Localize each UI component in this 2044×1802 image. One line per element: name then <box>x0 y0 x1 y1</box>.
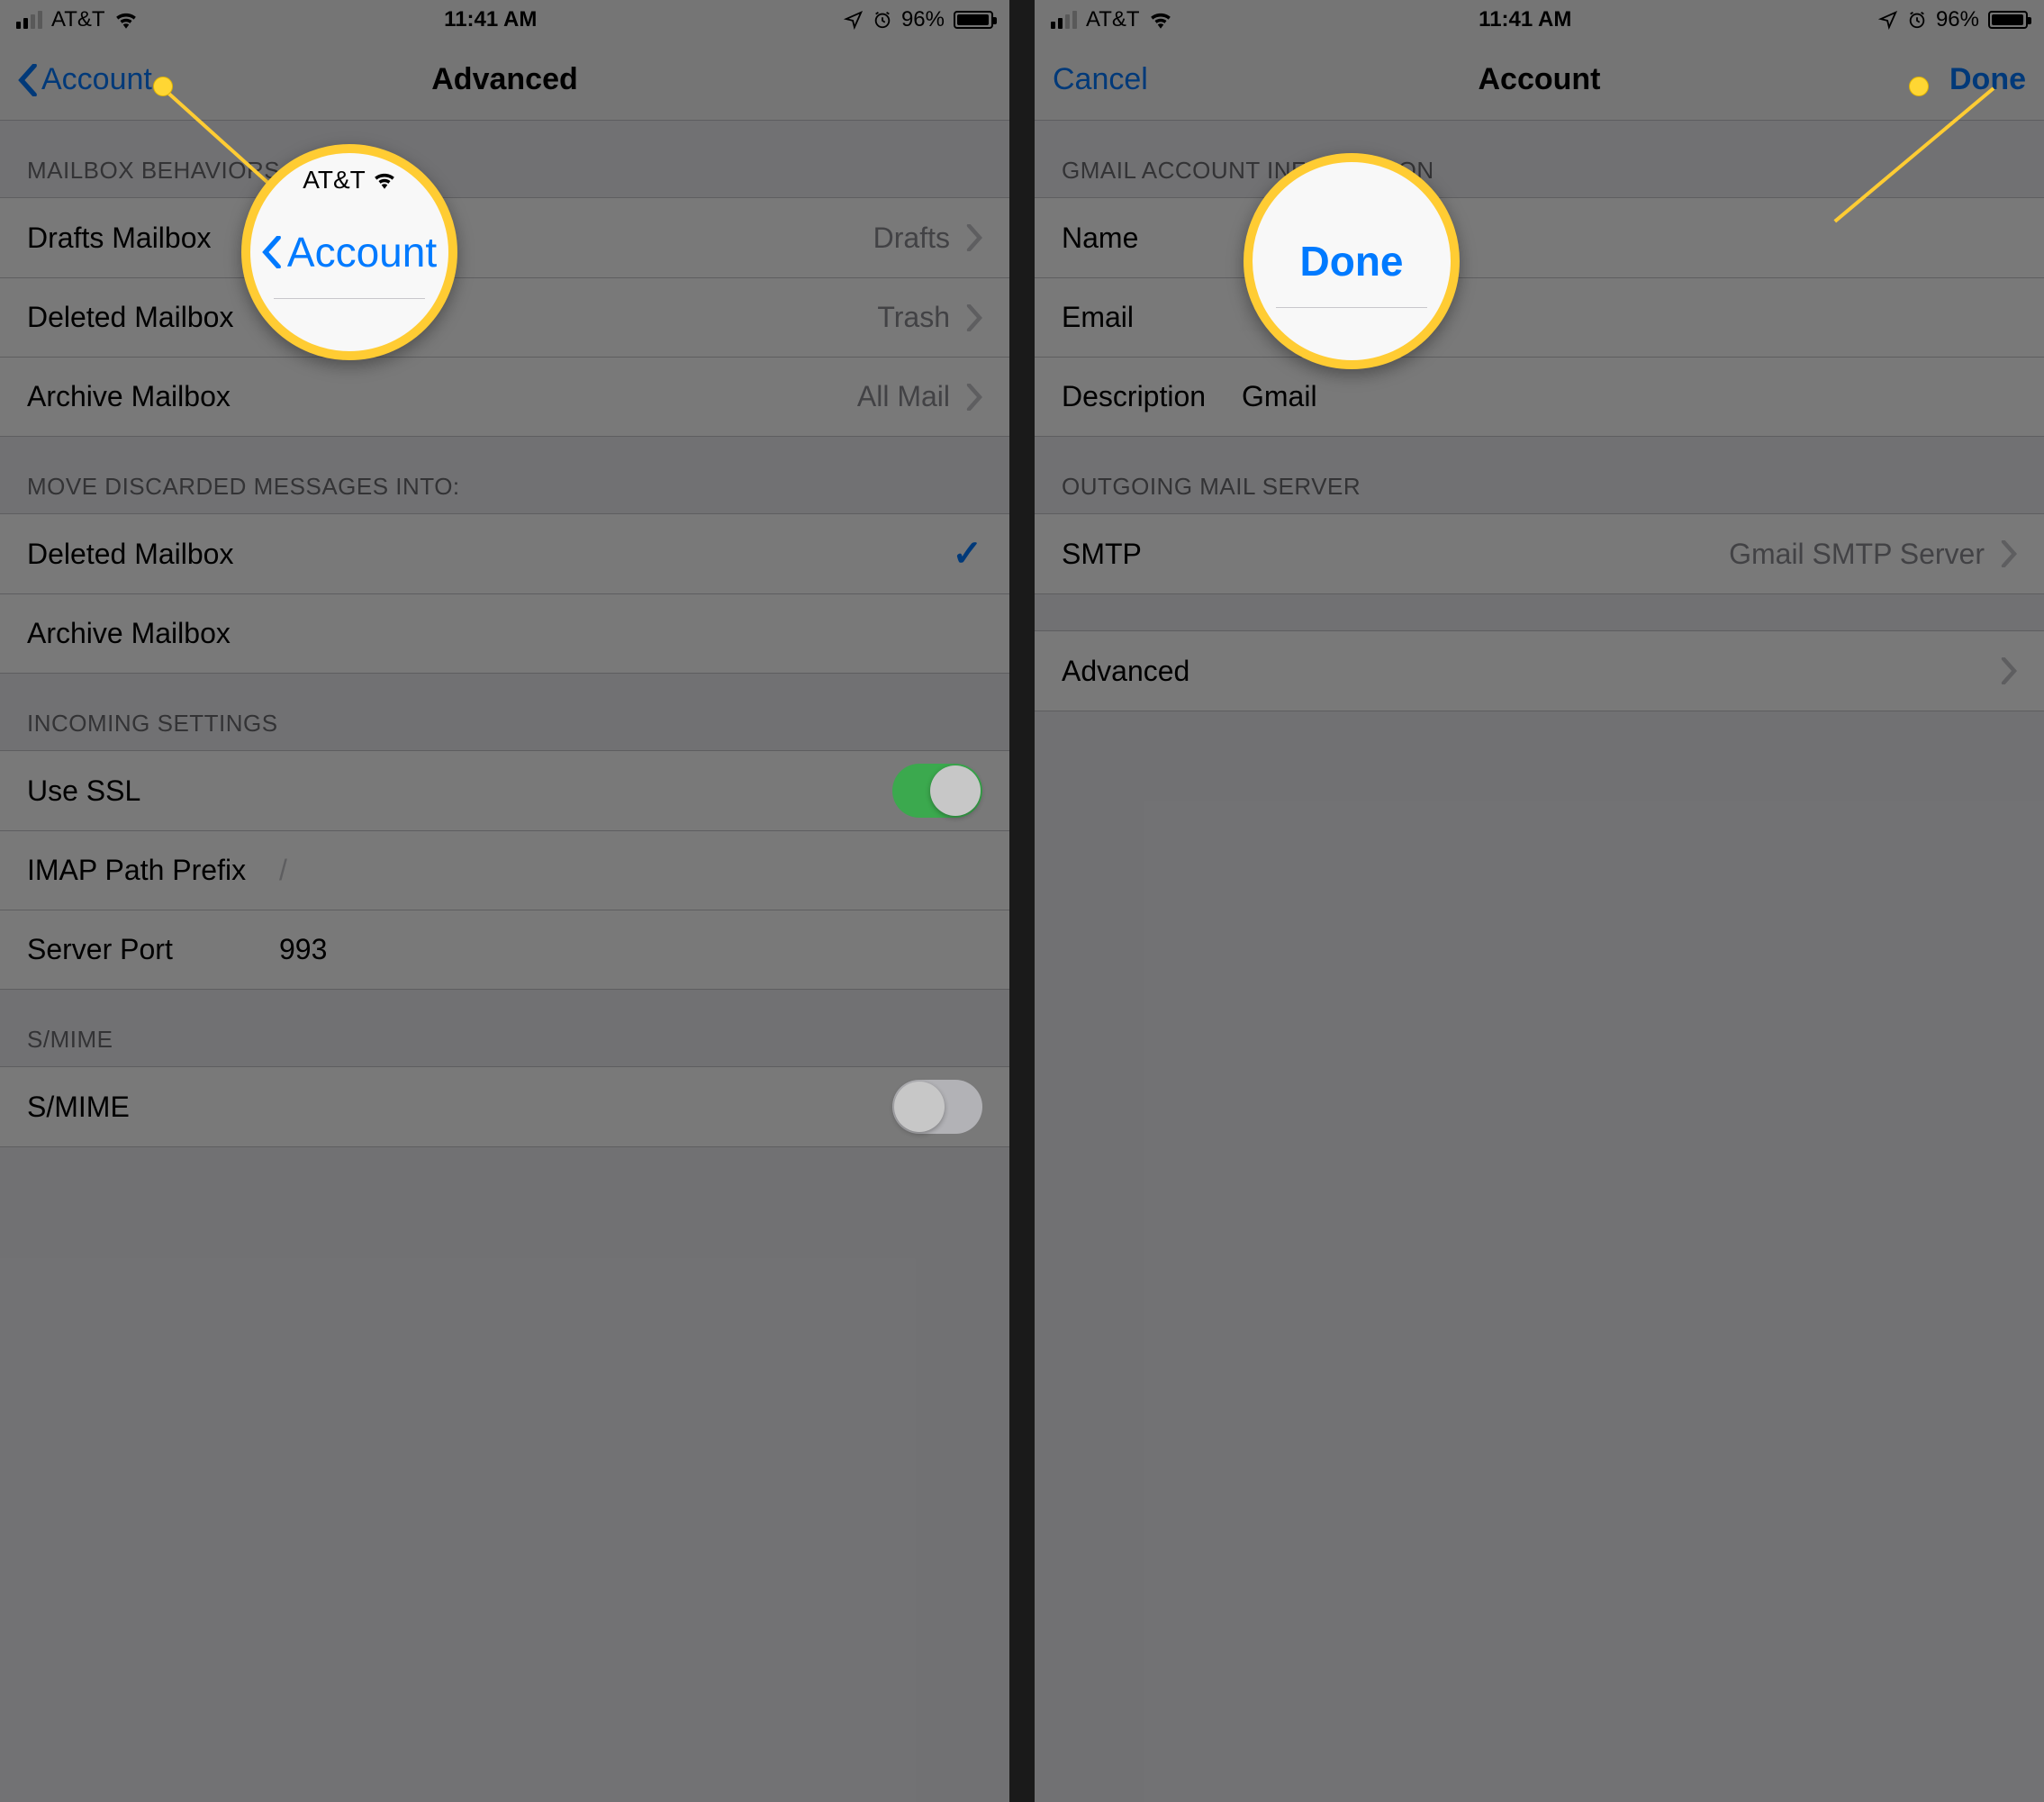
chevron-right-icon <box>966 224 982 251</box>
chevron-right-icon <box>2001 657 2017 684</box>
cancel-label: Cancel <box>1053 62 1148 97</box>
battery-icon <box>1988 11 2028 29</box>
annotation-dot <box>1909 77 1929 96</box>
nav-bar: Account Advanced <box>0 40 1009 121</box>
cancel-button[interactable]: Cancel <box>1053 62 1148 97</box>
smtp-row[interactable]: SMTP Gmail SMTP Server <box>1035 514 2044 593</box>
row-label: Use SSL <box>27 774 261 808</box>
screenshot-advanced-settings: AT&T 11:41 AM 96% Account <box>0 0 1009 1802</box>
section-header-mailbox-behaviors: MAILBOX BEHAVIORS <box>0 121 1009 197</box>
status-carrier: AT&T <box>51 7 105 32</box>
callout-carrier: AT&T <box>303 166 365 195</box>
wifi-icon <box>114 11 138 29</box>
alarm-clock-icon <box>873 10 892 30</box>
row-value: Gmail <box>1242 380 1317 413</box>
cell-signal-icon <box>16 11 42 29</box>
section-header-incoming: INCOMING SETTINGS <box>0 674 1009 750</box>
back-label: Account <box>41 62 152 97</box>
row-value: / <box>279 854 287 887</box>
chevron-left-icon <box>18 64 38 96</box>
section-header-outgoing: OUTGOING MAIL SERVER <box>1035 437 2044 513</box>
chevron-left-icon <box>262 236 282 268</box>
name-row[interactable]: Name <box>1035 198 2044 277</box>
row-value: All Mail <box>857 380 950 413</box>
location-arrow-icon <box>1878 10 1898 30</box>
chevron-right-icon <box>966 384 982 411</box>
row-label: S/MIME <box>27 1091 261 1124</box>
status-battery-pct: 96% <box>901 7 945 32</box>
nav-bar: Cancel Account Done <box>1035 40 2044 121</box>
wifi-icon <box>373 171 396 189</box>
callout-account: AT&T Account <box>241 144 457 360</box>
nav-title: Account <box>1479 62 1601 97</box>
advanced-group: Advanced <box>1035 630 2044 711</box>
smime-group: S/MIME <box>0 1066 1009 1147</box>
row-label: Email <box>1062 301 1242 334</box>
cell-signal-icon <box>1051 11 1077 29</box>
imap-path-prefix-row[interactable]: IMAP Path Prefix / <box>0 830 1009 910</box>
row-label: Description <box>1062 380 1242 413</box>
row-label: Name <box>1062 222 1242 255</box>
status-battery-pct: 96% <box>1936 7 1979 32</box>
callout-main-text: Done <box>1300 237 1404 285</box>
chevron-right-icon <box>966 304 982 331</box>
deleted-mailbox-option[interactable]: Deleted Mailbox ✓ <box>0 514 1009 593</box>
battery-icon <box>954 11 993 29</box>
row-label: Advanced <box>1062 655 1296 688</box>
section-header-smime: S/MIME <box>0 990 1009 1066</box>
location-arrow-icon <box>844 10 864 30</box>
account-info-group: Name Email Description Gmail <box>1035 197 2044 437</box>
incoming-group: Use SSL IMAP Path Prefix / Server Port 9… <box>0 750 1009 990</box>
row-value: Trash <box>877 301 950 334</box>
row-label: IMAP Path Prefix <box>27 854 261 887</box>
description-row[interactable]: Description Gmail <box>1035 357 2044 436</box>
callout-main-text: Account <box>287 228 437 276</box>
section-header-move-discarded: MOVE DISCARDED MESSAGES INTO: <box>0 437 1009 513</box>
screenshot-account-settings: AT&T 11:41 AM 96% Cancel Account <box>1035 0 2044 1802</box>
mailbox-behaviors-group: Drafts Mailbox Drafts Deleted Mailbox Tr… <box>0 197 1009 437</box>
smime-toggle[interactable] <box>892 1080 982 1134</box>
callout-done: Done <box>1244 153 1460 369</box>
server-port-row[interactable]: Server Port 993 <box>0 910 1009 989</box>
use-ssl-toggle[interactable] <box>892 764 982 818</box>
row-value: Drafts <box>873 222 950 255</box>
status-carrier: AT&T <box>1086 7 1140 32</box>
row-label: Deleted Mailbox <box>27 538 261 571</box>
row-label: Drafts Mailbox <box>27 222 261 255</box>
status-bar: AT&T 11:41 AM 96% <box>0 0 1009 40</box>
use-ssl-row: Use SSL <box>0 751 1009 830</box>
row-label: SMTP <box>1062 538 1296 571</box>
row-value: 993 <box>279 933 327 966</box>
row-label: Archive Mailbox <box>27 617 261 650</box>
back-to-account-button[interactable]: Account <box>18 62 152 97</box>
advanced-row[interactable]: Advanced <box>1035 631 2044 711</box>
wifi-icon <box>1149 11 1172 29</box>
section-header-account-info: GMAIL ACCOUNT INFORMATION <box>1035 121 2044 197</box>
deleted-mailbox-row[interactable]: Deleted Mailbox Trash <box>0 277 1009 357</box>
status-bar: AT&T 11:41 AM 96% <box>1035 0 2044 40</box>
chevron-right-icon <box>2001 540 2017 567</box>
row-label: Deleted Mailbox <box>27 301 261 334</box>
move-discarded-group: Deleted Mailbox ✓ Archive Mailbox <box>0 513 1009 674</box>
archive-mailbox-option[interactable]: Archive Mailbox <box>0 593 1009 673</box>
outgoing-group: SMTP Gmail SMTP Server <box>1035 513 2044 594</box>
nav-title: Advanced <box>431 62 578 97</box>
smime-row: S/MIME <box>0 1067 1009 1146</box>
row-label: Server Port <box>27 933 261 966</box>
checkmark-icon: ✓ <box>952 533 982 575</box>
alarm-clock-icon <box>1907 10 1927 30</box>
row-label: Archive Mailbox <box>27 380 261 413</box>
row-value: Gmail SMTP Server <box>1729 538 1985 571</box>
annotation-dot <box>153 77 173 96</box>
drafts-mailbox-row[interactable]: Drafts Mailbox Drafts <box>0 198 1009 277</box>
email-row[interactable]: Email <box>1035 277 2044 357</box>
status-time: 11:41 AM <box>444 7 537 32</box>
archive-mailbox-row[interactable]: Archive Mailbox All Mail <box>0 357 1009 436</box>
status-time: 11:41 AM <box>1479 7 1571 32</box>
